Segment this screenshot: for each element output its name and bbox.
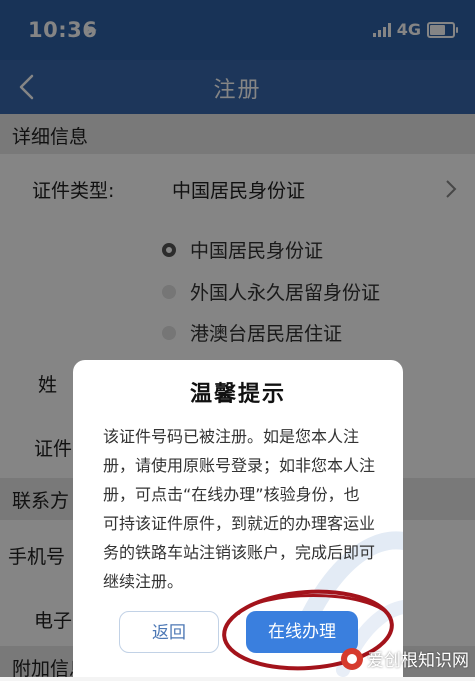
dialog-message: 该证件号码已被注册。如是您本人注册，请使用原账号登录；如非您本人注册，可点击“在…	[103, 427, 376, 591]
watermark: 爱创根知识网	[341, 646, 469, 671]
return-button[interactable]: 返回	[119, 611, 219, 653]
dialog-title: 温馨提示	[189, 382, 286, 407]
watermark-logo-icon	[341, 647, 363, 670]
watermark-text: 爱创根知识网	[367, 651, 469, 671]
